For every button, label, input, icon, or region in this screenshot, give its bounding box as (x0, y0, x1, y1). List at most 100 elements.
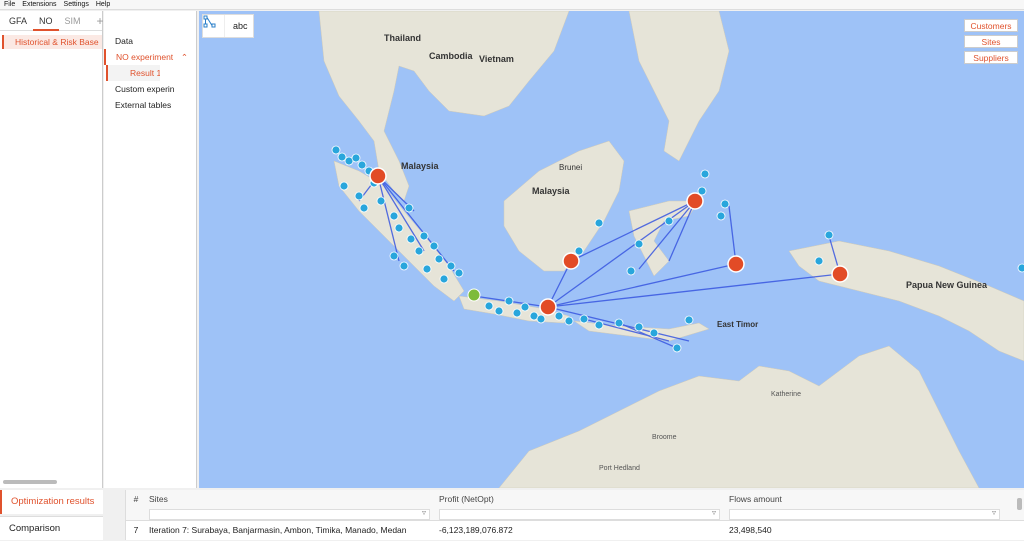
map-label: East Timor (717, 320, 758, 329)
customer-marker[interactable] (672, 343, 682, 353)
customer-marker[interactable] (331, 145, 341, 155)
menu-bar: File Extensions Settings Help (0, 0, 1024, 10)
filter-sites-input[interactable] (149, 508, 430, 520)
menu-settings[interactable]: Settings (64, 1, 89, 8)
customer-marker[interactable] (359, 203, 369, 213)
customer-marker[interactable] (512, 308, 522, 318)
tree-item-result[interactable]: Result 1 (106, 65, 160, 81)
scenario-panel: GFA NO SIM + Historical & Risk Base (0, 11, 104, 488)
customer-marker[interactable] (634, 322, 644, 332)
customer-marker[interactable] (649, 328, 659, 338)
customer-marker[interactable] (404, 203, 414, 213)
tree-item-external[interactable]: External tables (104, 97, 196, 113)
map-label: Malaysia (401, 161, 440, 171)
customer-marker[interactable] (814, 256, 824, 266)
customer-marker[interactable] (626, 266, 636, 276)
map-canvas: Thailand Cambodia Vietnam Malaysia Brune… (318, 11, 1024, 488)
site-marker-medan[interactable] (369, 167, 387, 185)
tab-no[interactable]: NO (33, 11, 59, 31)
customer-marker[interactable] (684, 315, 694, 325)
horizontal-scrollbar[interactable] (3, 480, 57, 484)
column-header-flows[interactable]: Flows amount (726, 494, 1006, 504)
customer-marker[interactable] (700, 169, 710, 179)
customer-marker[interactable] (446, 261, 456, 271)
customer-marker[interactable] (564, 316, 574, 326)
results-table: # Sites Profit (NetOpt) Flows amount 7 I… (125, 490, 1024, 540)
scenario-item[interactable]: Historical & Risk Base (2, 35, 102, 49)
customer-marker[interactable] (574, 246, 584, 256)
customer-marker[interactable] (354, 191, 364, 201)
customer-marker[interactable] (716, 211, 726, 221)
map-label: Vietnam (479, 54, 514, 64)
nav-comparison[interactable]: Comparison (0, 516, 103, 540)
site-marker-timika[interactable] (831, 265, 849, 283)
tree-item-custom[interactable]: Custom experin (104, 81, 196, 97)
customer-marker[interactable] (579, 314, 589, 324)
legend-sites-button[interactable]: Sites (964, 35, 1018, 48)
site-marker-ambon[interactable] (727, 255, 745, 273)
customer-marker[interactable] (351, 153, 361, 163)
tab-gfa[interactable]: GFA (3, 11, 33, 31)
chevron-up-icon[interactable]: ⌃ (181, 49, 188, 65)
filter-profit-input[interactable] (439, 508, 720, 520)
filter-flows-input[interactable] (729, 508, 1000, 520)
customer-marker[interactable] (389, 251, 399, 261)
customer-marker[interactable] (454, 268, 464, 278)
customer-marker[interactable] (664, 216, 674, 226)
table-row[interactable]: 7 Iteration 7: Surabaya, Banjarmasin, Am… (126, 521, 1024, 539)
customer-marker[interactable] (389, 211, 399, 221)
customer-marker[interactable] (414, 246, 424, 256)
menu-help[interactable]: Help (96, 1, 110, 8)
customer-marker[interactable] (434, 254, 444, 264)
filter-row (126, 508, 1024, 521)
customer-marker[interactable] (357, 160, 367, 170)
column-header-profit[interactable]: Profit (NetOpt) (436, 494, 726, 504)
customer-marker[interactable] (394, 223, 404, 233)
customer-marker[interactable] (504, 296, 514, 306)
customer-marker[interactable] (399, 261, 409, 271)
customer-marker[interactable] (520, 302, 530, 312)
menu-extensions[interactable]: Extensions (22, 1, 56, 8)
customer-marker[interactable] (419, 231, 429, 241)
tree-item-data[interactable]: Data (104, 33, 196, 49)
customer-marker[interactable] (594, 218, 604, 228)
customer-marker[interactable] (1017, 263, 1024, 273)
tree-item-no-experiment[interactable]: NO experiment ⌃ (104, 49, 196, 65)
customer-marker[interactable] (634, 239, 644, 249)
customer-marker[interactable] (536, 314, 546, 324)
customer-marker[interactable] (429, 241, 439, 251)
customer-marker[interactable] (594, 320, 604, 330)
customer-marker[interactable] (376, 196, 386, 206)
experiment-tree: Data NO experiment ⌃ Result 1 Custom exp… (104, 11, 197, 488)
menu-file[interactable]: File (4, 1, 15, 8)
map-label: Cambodia (429, 51, 474, 61)
nav-optimization-results[interactable]: Optimization results (0, 490, 103, 514)
customer-marker[interactable] (494, 306, 504, 316)
customer-marker[interactable] (422, 264, 432, 274)
legend-customers-button[interactable]: Customers (964, 19, 1018, 32)
label-toggle-button[interactable]: abc (225, 21, 248, 31)
customer-marker[interactable] (339, 181, 349, 191)
site-marker-surabaya[interactable] (539, 298, 557, 316)
tree-item-label: NO experiment (116, 52, 174, 62)
site-marker-banjarmasin[interactable] (562, 252, 580, 270)
map-view[interactable]: Thailand Cambodia Vietnam Malaysia Brune… (199, 11, 1024, 488)
customer-marker[interactable] (406, 234, 416, 244)
module-tabs: GFA NO SIM + (0, 11, 104, 31)
customer-marker[interactable] (439, 274, 449, 284)
site-marker-manado[interactable] (686, 192, 704, 210)
column-header-index[interactable]: # (126, 494, 146, 504)
customer-marker[interactable] (554, 311, 564, 321)
customer-marker[interactable] (824, 230, 834, 240)
customer-marker[interactable] (720, 199, 730, 209)
cluster-marker[interactable] (467, 288, 481, 302)
vertical-scrollbar[interactable] (1017, 498, 1022, 510)
column-header-sites[interactable]: Sites (146, 494, 436, 504)
selection-tool-button[interactable] (203, 15, 225, 37)
legend-suppliers-button[interactable]: Suppliers (964, 51, 1018, 64)
land-borneo (503, 140, 625, 272)
tab-sim[interactable]: SIM (59, 11, 87, 31)
customer-marker[interactable] (614, 318, 624, 328)
map-label: Papua New Guinea (906, 280, 988, 290)
customer-marker[interactable] (484, 301, 494, 311)
